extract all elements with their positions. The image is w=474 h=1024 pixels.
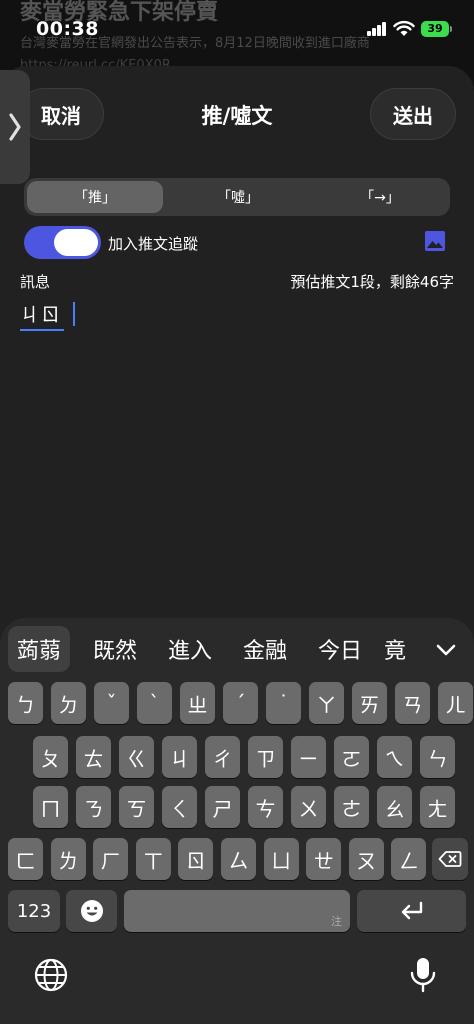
- battery-tip: [450, 26, 452, 32]
- key-3-3[interactable]: ㄒ: [135, 838, 171, 880]
- segment-push[interactable]: 「推」: [27, 181, 163, 213]
- candidate-5[interactable]: 竟: [384, 626, 414, 672]
- emoji-icon: [80, 900, 103, 922]
- key-3-1[interactable]: ㄌ: [50, 838, 86, 880]
- key-1-8[interactable]: ㄟ: [377, 736, 412, 778]
- key-3-8[interactable]: ㄡ: [348, 838, 384, 880]
- key-3-4[interactable]: ㄖ: [178, 838, 214, 880]
- chevron-right-icon: [9, 113, 21, 141]
- battery-icon: 39: [421, 21, 449, 37]
- candidate-4[interactable]: 今日: [309, 626, 371, 672]
- key-3-0[interactable]: ㄈ: [8, 838, 43, 880]
- side-drawer-tab[interactable]: [0, 70, 30, 184]
- segment-boo[interactable]: 「噓」: [170, 181, 306, 213]
- candidate-bar: 蒟蒻 既然 進入 金融 今日 竟: [0, 626, 474, 674]
- key-0-10[interactable]: ㄦ: [438, 682, 473, 724]
- return-icon: [401, 901, 422, 920]
- key-0-6[interactable]: ˙: [266, 682, 301, 724]
- key-2-3[interactable]: ㄑ: [162, 786, 197, 828]
- candidate-1[interactable]: 既然: [84, 626, 146, 672]
- backspace-icon: [438, 851, 462, 867]
- key-1-1[interactable]: ㄊ: [76, 736, 111, 778]
- key-0-3[interactable]: ˋ: [137, 682, 172, 724]
- key-0-2[interactable]: ˇ: [94, 682, 129, 724]
- emoji-key[interactable]: [66, 890, 117, 932]
- numbers-key[interactable]: 123: [8, 890, 60, 932]
- candidate-3[interactable]: 金融: [234, 626, 296, 672]
- key-0-4[interactable]: ㄓ: [180, 682, 215, 724]
- segment-arrow[interactable]: 「→」: [312, 181, 448, 213]
- text-caret: [73, 302, 75, 326]
- candidate-2[interactable]: 進入: [159, 626, 221, 672]
- toggle-knob: [54, 229, 98, 256]
- comment-type-segmented-control: 「推」 「噓」 「→」: [24, 178, 450, 216]
- candidate-0[interactable]: 蒟蒻: [8, 626, 70, 672]
- key-1-3[interactable]: ㄐ: [162, 736, 197, 778]
- delete-key[interactable]: [432, 838, 468, 880]
- composing-text: ㄐㄖ: [20, 300, 65, 331]
- key-0-5[interactable]: ˊ: [223, 682, 258, 724]
- globe-icon[interactable]: [34, 958, 68, 992]
- status-bar: 00:38 39: [0, 0, 474, 56]
- key-0-8[interactable]: ㄞ: [352, 682, 387, 724]
- key-2-9[interactable]: ㄤ: [420, 786, 455, 828]
- key-1-6[interactable]: ㄧ: [291, 736, 326, 778]
- key-1-0[interactable]: ㄆ: [33, 736, 68, 778]
- message-label: 訊息: [20, 273, 51, 291]
- key-3-2[interactable]: ㄏ: [93, 838, 129, 880]
- key-0-0[interactable]: ㄅ: [8, 682, 43, 724]
- key-1-2[interactable]: ㄍ: [119, 736, 154, 778]
- key-3-7[interactable]: ㄝ: [306, 838, 342, 880]
- key-3-9[interactable]: ㄥ: [391, 838, 427, 880]
- key-0-7[interactable]: ㄚ: [309, 682, 344, 724]
- key-2-4[interactable]: ㄕ: [205, 786, 240, 828]
- cellular-signal-icon: [367, 22, 387, 36]
- key-1-7[interactable]: ㄛ: [334, 736, 369, 778]
- tracking-toggle-label: 加入推文追蹤: [108, 235, 199, 253]
- wifi-icon: [393, 20, 415, 36]
- key-1-5[interactable]: ㄗ: [248, 736, 283, 778]
- chevron-down-icon[interactable]: [432, 636, 460, 664]
- key-0-1[interactable]: ㄉ: [51, 682, 86, 724]
- key-2-1[interactable]: ㄋ: [76, 786, 111, 828]
- key-3-5[interactable]: ㄙ: [221, 838, 256, 880]
- key-2-2[interactable]: ㄎ: [119, 786, 154, 828]
- status-time: 00:38: [36, 18, 99, 40]
- key-0-9[interactable]: ㄢ: [395, 682, 430, 724]
- send-button[interactable]: 送出: [370, 88, 456, 140]
- key-2-5[interactable]: ㄘ: [248, 786, 283, 828]
- key-2-6[interactable]: ㄨ: [291, 786, 326, 828]
- key-1-9[interactable]: ㄣ: [420, 736, 455, 778]
- key-2-0[interactable]: ㄇ: [33, 786, 68, 828]
- key-3-6[interactable]: ㄩ: [263, 838, 299, 880]
- space-key-hint: 注: [331, 915, 342, 928]
- space-key[interactable]: 注: [124, 890, 350, 932]
- tracking-toggle[interactable]: [24, 226, 101, 259]
- image-icon[interactable]: [424, 230, 446, 252]
- key-2-8[interactable]: ㄠ: [377, 786, 412, 828]
- message-input[interactable]: ㄐㄖ: [20, 300, 454, 600]
- key-2-7[interactable]: ㄜ: [334, 786, 369, 828]
- microphone-icon[interactable]: [408, 956, 438, 994]
- return-key[interactable]: [357, 890, 466, 932]
- char-count-estimate: 預估推文1段，剩餘46字: [290, 273, 454, 291]
- key-1-4[interactable]: ㄔ: [205, 736, 240, 778]
